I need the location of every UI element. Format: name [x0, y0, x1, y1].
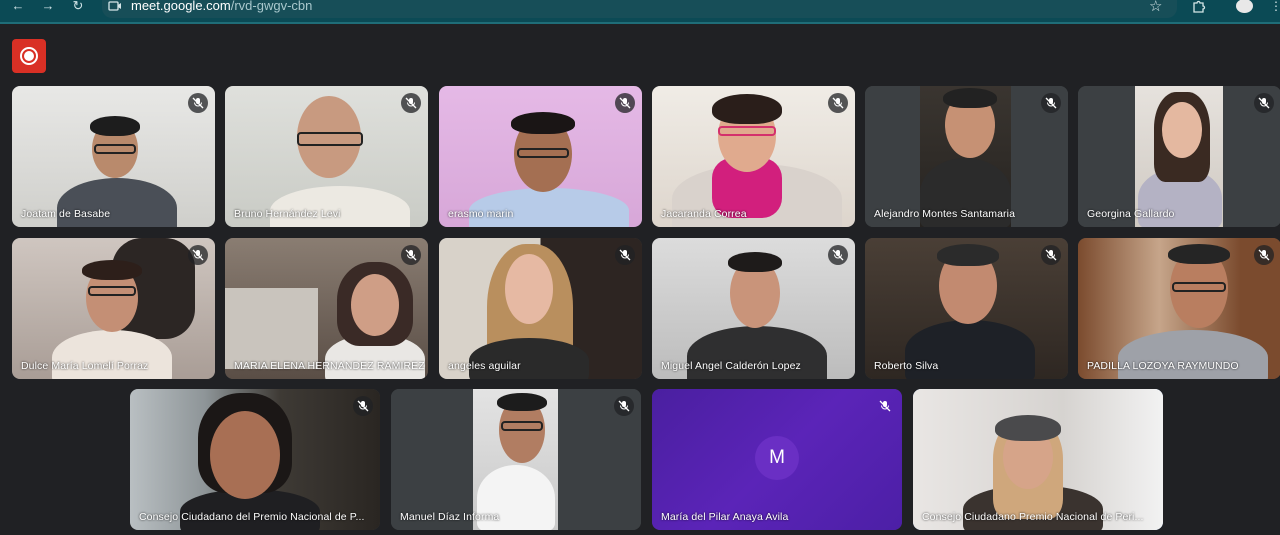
participant-name: Consejo Ciudadano Premio Nacional de Per…	[922, 511, 1144, 523]
participant-tile[interactable]: Roberto Silva	[865, 238, 1068, 379]
forward-icon[interactable]: →	[40, 0, 56, 16]
participant-name: Joatam de Basabe	[21, 208, 111, 220]
mic-off-icon	[353, 396, 373, 416]
participant-name: Alejandro Montes Santamaria	[874, 208, 1016, 220]
reload-icon[interactable]: ↻	[70, 0, 86, 16]
menu-icon[interactable]: ⋮	[1270, 0, 1280, 12]
mic-off-icon	[401, 245, 421, 265]
participant-name: angeles aguilar	[448, 360, 521, 372]
participant-tile-active[interactable]: Consejo Ciudadano Premio Nacional de Per…	[913, 389, 1163, 530]
participant-tile[interactable]: Jacaranda Correa	[652, 86, 855, 227]
mic-off-icon	[1041, 93, 1061, 113]
mic-off-icon	[1254, 245, 1274, 265]
star-icon[interactable]: ☆	[1149, 0, 1162, 15]
participant-tile[interactable]: Consejo Ciudadano del Premio Nacional de…	[130, 389, 380, 530]
avatar: M	[755, 436, 799, 480]
participant-tile[interactable]: MARIA ELENA HERNANDEZ RAMIREZ	[225, 238, 428, 379]
participant-name: María del Pilar Anaya Avila	[661, 511, 789, 523]
participant-tile[interactable]: Joatam de Basabe	[12, 86, 215, 227]
participant-tile[interactable]: Georgina Gallardo	[1078, 86, 1280, 227]
participant-tile[interactable]: erasmo marin	[439, 86, 642, 227]
mic-off-icon	[875, 396, 895, 416]
url-host: meet.google.com	[131, 0, 231, 13]
profile-icon[interactable]	[1236, 0, 1253, 13]
participant-name: PADILLA LOZOYA RAYMUNDO	[1087, 360, 1239, 372]
url-path: /rvd-gwgv-cbn	[230, 0, 313, 13]
participant-tile[interactable]: Manuel Díaz Informa	[391, 389, 641, 530]
mic-off-icon	[1254, 93, 1274, 113]
participant-name: Dulce María Lomelí Porraz	[21, 360, 149, 372]
mic-off-icon	[188, 93, 208, 113]
browser-toolbar: ← → ↻ meet.google.com/rvd-gwgv-cbn ☆ ⋮	[0, 0, 1280, 24]
url-text[interactable]: meet.google.com/rvd-gwgv-cbn	[131, 0, 312, 13]
participant-tile[interactable]: M María del Pilar Anaya Avila	[652, 389, 902, 530]
back-icon[interactable]: ←	[10, 0, 26, 16]
participant-tile[interactable]: Bruno Hernández Levi	[225, 86, 428, 227]
mic-off-icon	[1041, 245, 1061, 265]
participant-name: Roberto Silva	[874, 360, 939, 372]
participant-tile[interactable]: PADILLA LOZOYA RAYMUNDO	[1078, 238, 1280, 379]
participant-name: Bruno Hernández Levi	[234, 208, 341, 220]
mic-off-icon	[615, 245, 635, 265]
mic-off-icon	[828, 245, 848, 265]
participant-name: erasmo marin	[448, 208, 514, 220]
participant-name: Georgina Gallardo	[1087, 208, 1175, 220]
participant-name: Miguel Angel Calderón Lopez	[661, 360, 801, 372]
extensions-icon[interactable]	[1192, 0, 1206, 13]
participant-tile[interactable]: Miguel Angel Calderón Lopez	[652, 238, 855, 379]
participant-tile[interactable]: Alejandro Montes Santamaria	[865, 86, 1068, 227]
mic-off-icon	[615, 93, 635, 113]
participant-name: Jacaranda Correa	[661, 208, 747, 220]
site-info-icon[interactable]	[108, 1, 122, 12]
record-button[interactable]	[12, 39, 46, 73]
participant-name: Manuel Díaz Informa	[400, 511, 500, 523]
mic-off-icon	[614, 396, 634, 416]
participant-tile[interactable]: Dulce María Lomelí Porraz	[12, 238, 215, 379]
participant-name: Consejo Ciudadano del Premio Nacional de…	[139, 511, 365, 523]
participant-name: MARIA ELENA HERNANDEZ RAMIREZ	[234, 360, 425, 372]
mic-off-icon	[401, 93, 421, 113]
mic-off-icon	[828, 93, 848, 113]
participant-tile[interactable]: angeles aguilar	[439, 238, 642, 379]
mic-off-icon	[188, 245, 208, 265]
